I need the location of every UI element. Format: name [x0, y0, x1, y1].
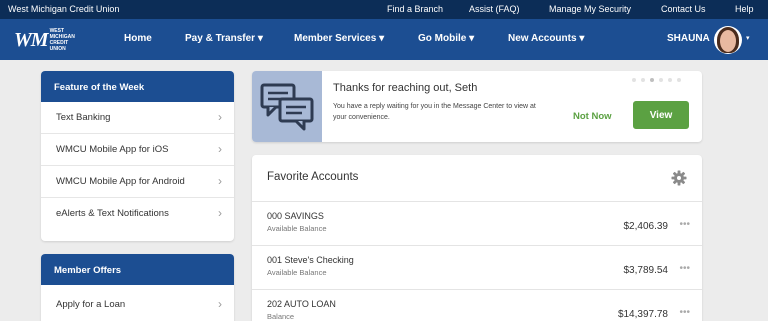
main-nav: WM WEST MICHIGAN CREDIT UNION Home Pay &… [0, 19, 768, 60]
assist-faq-link[interactable]: Assist (FAQ) [469, 4, 520, 14]
carousel-dots[interactable] [632, 78, 681, 82]
message-icon-panel [252, 71, 322, 142]
nav-go-mobile[interactable]: Go Mobile ▾ [418, 33, 474, 44]
carousel-dot[interactable] [668, 78, 672, 82]
account-name: 001 Steve's Checking [267, 255, 354, 265]
account-balance-type: Available Balance [267, 224, 327, 233]
more-icon[interactable]: ••• [679, 307, 690, 318]
account-name: 202 AUTO LOAN [267, 299, 336, 309]
carousel-dot[interactable] [677, 78, 681, 82]
feature-item-ios-app[interactable]: WMCU Mobile App for iOS › [41, 134, 234, 166]
feature-item-android-app[interactable]: WMCU Mobile App for Android › [41, 166, 234, 198]
nav-new-accounts-label: New Accounts [508, 33, 577, 44]
chevron-right-icon: › [218, 110, 222, 124]
nav-pay-transfer-label: Pay & Transfer [185, 33, 256, 44]
message-banner: Thanks for reaching out, Seth You have a… [252, 71, 702, 142]
gear-icon[interactable] [671, 170, 687, 186]
contact-us-link[interactable]: Contact Us [661, 4, 706, 14]
nav-home[interactable]: Home [124, 33, 152, 44]
chevron-right-icon: › [218, 174, 222, 188]
help-link[interactable]: Help [735, 4, 754, 14]
nav-go-mobile-label: Go Mobile [418, 33, 467, 44]
brand-name: West Michigan Credit Union [8, 4, 120, 14]
account-row-checking[interactable]: 001 Steve's Checking Available Balance $… [252, 245, 702, 289]
user-name[interactable]: SHAUNA [667, 33, 710, 44]
avatar[interactable] [714, 26, 742, 54]
feature-item-label: Text Banking [56, 112, 111, 123]
nav-new-accounts[interactable]: New Accounts ▾ [508, 33, 584, 44]
account-balance: $14,397.78 [617, 309, 668, 320]
favorite-accounts-card: Favorite Accounts 000 SAVINGS Available … [252, 155, 702, 321]
account-name: 000 SAVINGS [267, 211, 324, 221]
carousel-dot[interactable] [632, 78, 636, 82]
chevron-right-icon: › [218, 297, 222, 311]
user-menu-chevron-icon[interactable]: ▾ [746, 34, 750, 42]
nav-pay-transfer[interactable]: Pay & Transfer ▾ [185, 33, 263, 44]
feature-card-title: Feature of the Week [41, 71, 234, 102]
carousel-dot-active[interactable] [650, 78, 654, 82]
offer-item-apply-loan[interactable]: Apply for a Loan › [41, 285, 234, 321]
account-row-savings[interactable]: 000 SAVINGS Available Balance $2,406.39 … [252, 201, 702, 245]
avatar-face [720, 30, 736, 52]
utility-bar: West Michigan Credit Union Find a Branch… [0, 0, 768, 19]
chevron-right-icon: › [218, 206, 222, 220]
nav-home-label: Home [124, 33, 152, 44]
account-balance-type: Balance [267, 312, 295, 321]
feature-item-text-banking[interactable]: Text Banking › [41, 102, 234, 134]
feature-card: Feature of the Week Text Banking › WMCU M… [41, 71, 234, 241]
account-balance: $2,406.39 [623, 221, 669, 232]
chevron-down-icon: ▾ [257, 33, 263, 44]
not-now-button[interactable]: Not Now [573, 111, 612, 122]
offers-card: Member Offers Apply for a Loan › [41, 254, 234, 321]
find-branch-link[interactable]: Find a Branch [387, 4, 443, 14]
more-icon[interactable]: ••• [679, 219, 690, 230]
manage-security-link[interactable]: Manage My Security [549, 4, 631, 14]
chat-bubbles-icon [260, 83, 314, 131]
nav-member-services[interactable]: Member Services ▾ [294, 33, 384, 44]
logo-mark: WM [14, 29, 49, 51]
account-row-auto-loan[interactable]: 202 AUTO LOAN Balance $14,397.78 ••• [252, 289, 702, 321]
carousel-dot[interactable] [659, 78, 663, 82]
view-button[interactable]: View [633, 101, 689, 129]
nav-member-services-label: Member Services [294, 33, 377, 44]
carousel-dot[interactable] [641, 78, 645, 82]
message-body: You have a reply waiting for you in the … [333, 103, 536, 121]
offer-item-label: Apply for a Loan [56, 299, 126, 310]
feature-item-ealerts[interactable]: eAlerts & Text Notifications › [41, 198, 234, 230]
chevron-down-icon: ▾ [579, 33, 585, 44]
feature-item-label: eAlerts & Text Notifications [56, 208, 169, 219]
account-balance-type: Available Balance [267, 268, 327, 277]
logo-subtitle: WEST MICHIGAN CREDIT UNION [49, 28, 75, 52]
message-title: Thanks for reaching out, Seth [333, 82, 478, 94]
wmcu-logo[interactable]: WM WEST MICHIGAN CREDIT UNION [14, 28, 86, 52]
chevron-down-icon: ▾ [469, 33, 475, 44]
more-icon[interactable]: ••• [679, 263, 690, 274]
account-balance: $3,789.54 [623, 265, 669, 276]
chevron-right-icon: › [218, 142, 222, 156]
feature-item-label: WMCU Mobile App for iOS [56, 144, 169, 155]
favorite-accounts-title: Favorite Accounts [267, 171, 359, 183]
feature-item-label: WMCU Mobile App for Android [56, 176, 185, 187]
chevron-down-icon: ▾ [379, 33, 385, 44]
offers-card-title: Member Offers [41, 254, 234, 285]
